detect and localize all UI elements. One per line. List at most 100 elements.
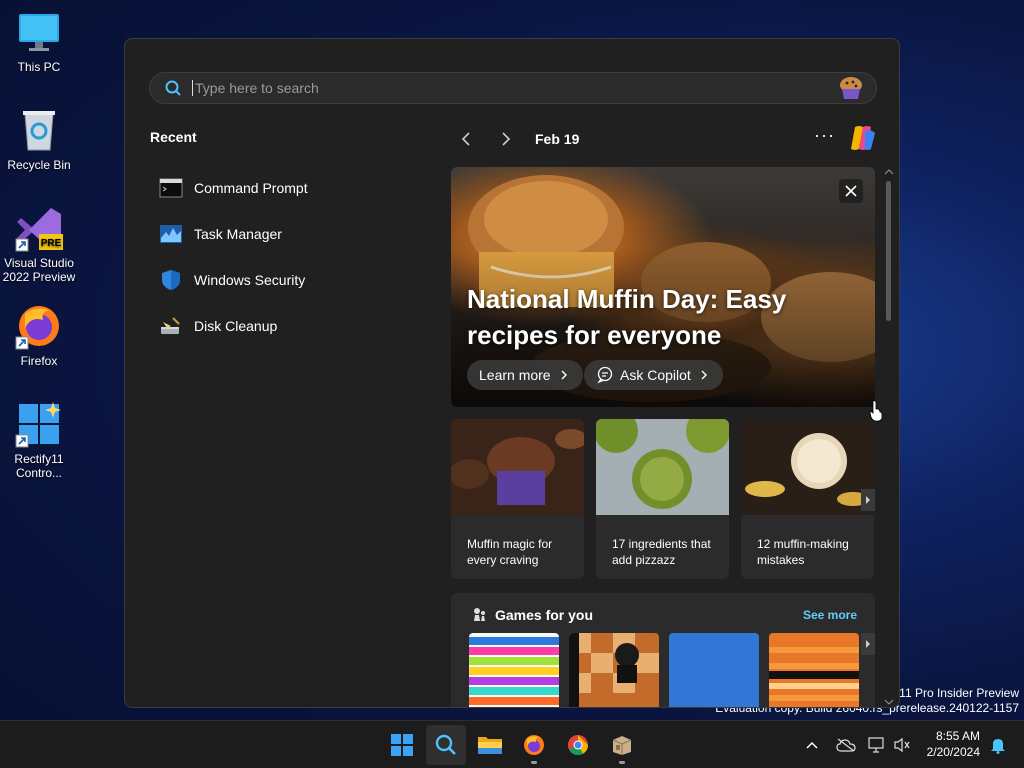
- start-button[interactable]: [382, 725, 422, 765]
- chat-icon: [597, 366, 613, 384]
- games-title: Games for you: [495, 607, 594, 623]
- chrome-taskbar-button[interactable]: [558, 725, 598, 765]
- more-options-button[interactable]: ···: [814, 125, 835, 146]
- disk-cleanup-icon: [161, 317, 180, 334]
- search-taskbar-button[interactable]: [426, 725, 466, 765]
- scroll-down-icon: [884, 699, 894, 705]
- clock-date: 2/20/2024: [926, 745, 980, 759]
- scroll-thumb[interactable]: [886, 181, 891, 321]
- task-manager-icon: [160, 225, 182, 243]
- game-tile[interactable]: [669, 633, 759, 708]
- search-panel: Recent Command Prompt Task Manager Windo…: [124, 38, 900, 708]
- desktop-icon-label: Visual Studio 2022 Preview: [2, 256, 76, 284]
- chevron-right-icon: [866, 496, 870, 504]
- windows-logo-icon: [391, 734, 413, 756]
- app-taskbar-button[interactable]: [602, 725, 642, 765]
- file-explorer-button[interactable]: [470, 725, 510, 765]
- muffin-icon[interactable]: [834, 75, 868, 101]
- onedrive-tray-button[interactable]: [832, 733, 860, 757]
- system-tray: [800, 721, 914, 768]
- command-prompt-icon: [159, 178, 183, 198]
- hero-title: National Muffin Day: Easy recipes for ev…: [467, 284, 787, 350]
- pistachio-image: [596, 419, 729, 515]
- news-header: Feb 19 ···: [451, 125, 881, 153]
- recent-item-label: Windows Security: [194, 272, 306, 288]
- story-cards: Muffin magic for every craving 17 ingred…: [451, 419, 875, 579]
- story-card-title: 12 muffin-making mistakes: [757, 537, 849, 567]
- show-hidden-icons-button[interactable]: [800, 733, 824, 757]
- story-card[interactable]: Muffin magic for every craving: [451, 419, 584, 579]
- previous-day-button[interactable]: [451, 125, 481, 153]
- chevron-right-icon: [866, 640, 870, 648]
- games-section: Games for you See more: [451, 593, 875, 708]
- desktop-icon-visual-studio[interactable]: PRE Visual Studio 2022 Preview: [0, 204, 78, 284]
- next-day-button[interactable]: [491, 125, 521, 153]
- desktop-icon-label: This PC: [17, 60, 61, 74]
- ask-copilot-button[interactable]: Ask Copilot: [584, 360, 723, 390]
- search-input[interactable]: [192, 80, 834, 96]
- scroll-up-icon: [884, 169, 894, 175]
- story-card[interactable]: 12 muffin-making mistakes: [741, 419, 874, 579]
- close-icon: [845, 185, 857, 197]
- desktop-icon-rectify11[interactable]: Rectify11 Contro...: [0, 400, 78, 480]
- story-card-title: Muffin magic for every craving: [467, 537, 553, 567]
- recent-item-windows-security[interactable]: Windows Security: [159, 257, 308, 303]
- story-card[interactable]: 17 ingredients that add pizzazz: [596, 419, 729, 579]
- news-scrollbar[interactable]: [883, 167, 895, 707]
- recent-item-label: Task Manager: [194, 226, 282, 242]
- chevron-right-icon: [561, 370, 567, 380]
- recent-item-label: Command Prompt: [194, 180, 308, 196]
- desktop-icon-firefox[interactable]: Firefox: [0, 302, 78, 368]
- svg-text:PRE: PRE: [41, 238, 62, 249]
- hero-article[interactable]: National Muffin Day: Easy recipes for ev…: [451, 167, 875, 407]
- desktop-icon-label: Recycle Bin: [7, 158, 71, 172]
- learn-more-label: Learn more: [479, 367, 551, 383]
- firefox-taskbar-button[interactable]: [514, 725, 554, 765]
- chevron-left-icon: [461, 132, 470, 146]
- desktop-icon-label: Firefox: [20, 354, 58, 368]
- desktop-icon-label: Rectify11 Contro...: [14, 452, 64, 480]
- recent-item-command-prompt[interactable]: Command Prompt: [159, 165, 308, 211]
- monitor-icon: [19, 14, 59, 51]
- game-tile[interactable]: [569, 633, 659, 708]
- package-icon: [612, 736, 632, 755]
- baking-ingredients-image: [741, 419, 874, 515]
- network-tray-button[interactable]: [864, 733, 888, 757]
- chevron-right-icon: [502, 132, 511, 146]
- recent-item-task-manager[interactable]: Task Manager: [159, 211, 308, 257]
- windows-logo-icon: [15, 402, 61, 448]
- games-header: Games for you: [471, 607, 593, 623]
- search-box[interactable]: [149, 72, 877, 104]
- bell-icon: [991, 739, 1005, 754]
- volume-tray-button[interactable]: [890, 733, 914, 757]
- story-card-title: 17 ingredients that add pizzazz: [612, 537, 711, 567]
- copilot-icon[interactable]: [847, 123, 879, 153]
- recycle-bin-icon: [23, 111, 55, 151]
- cards-next-button[interactable]: [861, 489, 875, 511]
- close-button[interactable]: [839, 179, 863, 203]
- recent-list: Command Prompt Task Manager Windows Secu…: [159, 165, 308, 349]
- chocolate-muffin-image: [451, 419, 584, 515]
- search-icon: [435, 734, 456, 755]
- recent-item-disk-cleanup[interactable]: Disk Cleanup: [159, 303, 308, 349]
- clock[interactable]: 8:55 AM 2/20/2024: [927, 728, 980, 760]
- firefox-icon: [15, 306, 59, 350]
- game-tile[interactable]: [469, 633, 559, 708]
- recent-title: Recent: [150, 129, 197, 145]
- notifications-button[interactable]: [986, 733, 1010, 757]
- desktop-icon-this-pc[interactable]: This PC: [0, 8, 78, 74]
- news-date: Feb 19: [535, 131, 580, 147]
- taskbar: 8:55 AM 2/20/2024: [0, 720, 1024, 768]
- game-tiles: [469, 633, 859, 708]
- search-icon: [165, 80, 181, 96]
- chevron-right-icon: [701, 370, 707, 380]
- learn-more-button[interactable]: Learn more: [467, 360, 583, 390]
- games-next-button[interactable]: [861, 633, 875, 655]
- game-tile[interactable]: [769, 633, 859, 708]
- see-more-link[interactable]: See more: [803, 608, 857, 622]
- desktop-icon-recycle-bin[interactable]: Recycle Bin: [0, 106, 78, 172]
- running-indicator: [619, 761, 625, 764]
- firefox-icon: [524, 735, 544, 755]
- folder-icon: [478, 737, 502, 754]
- shield-icon: [162, 270, 180, 290]
